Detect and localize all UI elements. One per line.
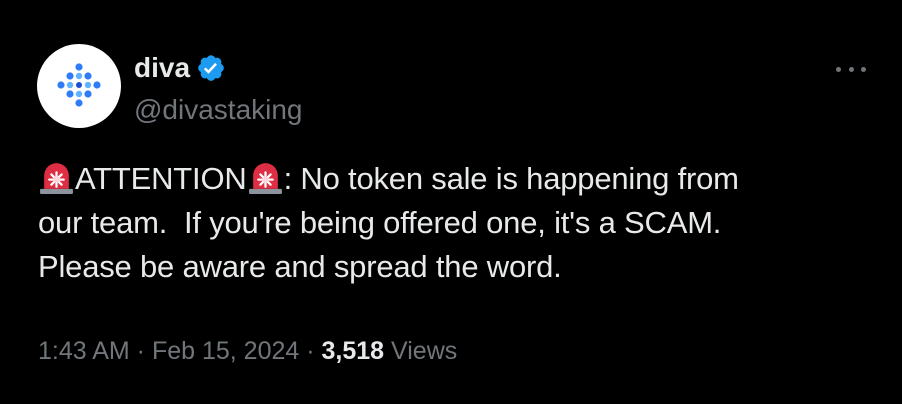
tweet-time[interactable]: 1:43 AM bbox=[38, 337, 130, 365]
police-car-light-emoji bbox=[40, 163, 73, 194]
verified-badge-icon bbox=[198, 55, 224, 81]
views-label: Views bbox=[384, 337, 458, 365]
author-name-row: diva bbox=[134, 50, 226, 86]
meta-separator: · bbox=[299, 337, 322, 365]
tweet-meta: 1:43 AM · Feb 15, 2024 · 3,518 Views bbox=[38, 333, 457, 369]
tweet-text-line3: Please be aware and spread the word. bbox=[38, 249, 562, 284]
tweet-card: diva @divastaking ATTENTION: No token s… bbox=[0, 0, 902, 404]
more-options-icon[interactable] bbox=[836, 62, 866, 76]
avatar[interactable] bbox=[37, 44, 121, 128]
diva-logo-icon bbox=[57, 63, 101, 107]
author-display-name[interactable]: diva bbox=[134, 50, 190, 86]
tweet-text-attention: ATTENTION bbox=[75, 161, 247, 196]
tweet-text: ATTENTION : No token sale is happening f… bbox=[38, 157, 878, 289]
police-car-light-emoji bbox=[248, 163, 282, 194]
views-count: 3,518 bbox=[321, 337, 385, 365]
meta-separator: · bbox=[129, 337, 152, 365]
tweet-text-line1-rest: : No token sale is happening from bbox=[283, 161, 739, 196]
tweet-date[interactable]: Feb 15, 2024 bbox=[152, 337, 299, 365]
author-handle[interactable]: @divastaking bbox=[134, 92, 303, 128]
tweet-text-line2: our team. If you're being offered one, i… bbox=[38, 205, 722, 240]
